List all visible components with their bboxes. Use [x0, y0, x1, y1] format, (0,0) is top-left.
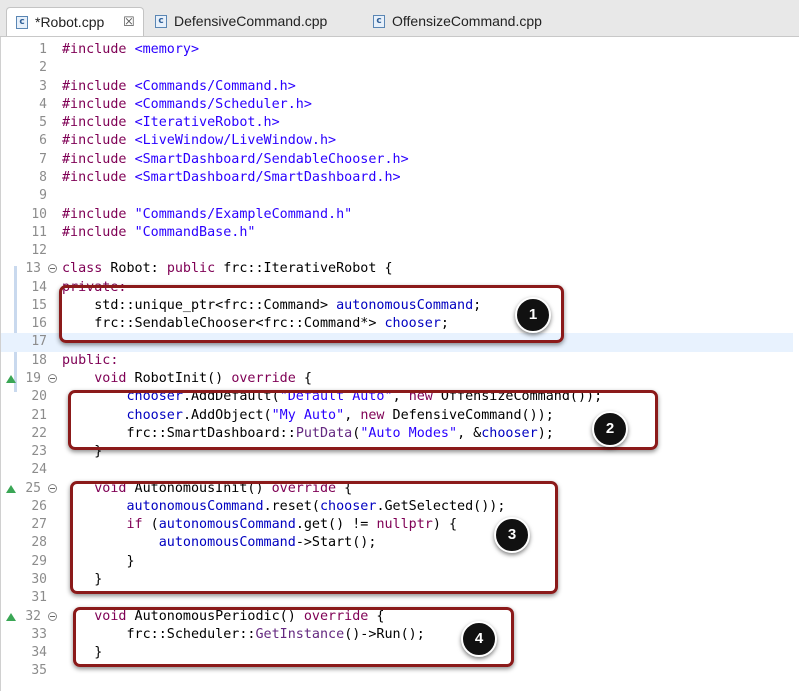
- code-line: 10 #include "Commands/ExampleCommand.h": [1, 206, 793, 224]
- line-number: 6: [39, 133, 47, 149]
- line-number: 10: [31, 206, 47, 222]
- code-line: 4 #include <Commands/Scheduler.h>: [1, 96, 793, 114]
- line-number: 11: [31, 224, 47, 240]
- line-number: 4: [39, 96, 47, 112]
- line-number: 7: [39, 151, 47, 167]
- tab-label: *Robot.cpp: [35, 14, 105, 30]
- editor-tab-bar: c *Robot.cpp ☒ c DefensiveCommand.cpp c …: [0, 0, 799, 37]
- line-number: 21: [31, 407, 47, 423]
- code-line: 9: [1, 187, 793, 205]
- line-number: 9: [39, 188, 47, 204]
- code-line: 1 #include <memory>: [1, 41, 793, 59]
- line-number: 2: [39, 60, 47, 76]
- line-number: 16: [31, 316, 47, 332]
- code-line: 24: [1, 461, 793, 479]
- tab-label: DefensiveCommand.cpp: [174, 13, 328, 29]
- line-number: 34: [31, 645, 47, 661]
- line-number: 13: [25, 261, 41, 277]
- tab-offensizecommand-cpp[interactable]: c OffensizeCommand.cpp: [372, 7, 572, 36]
- fold-toggle-icon[interactable]: [48, 611, 57, 621]
- line-number: 18: [31, 352, 47, 368]
- annotation-box-3: [70, 481, 558, 594]
- annotation-box-4: [73, 607, 514, 667]
- code-line: 7 #include <SmartDashboard/SendableChoos…: [1, 151, 793, 169]
- code-line: 5 #include <IterativeRobot.h>: [1, 114, 793, 132]
- tab-label: OffensizeCommand.cpp: [392, 13, 542, 29]
- fold-toggle-icon[interactable]: [48, 483, 57, 493]
- tab-robot-cpp[interactable]: c *Robot.cpp ☒: [6, 7, 144, 36]
- line-number: 31: [31, 590, 47, 606]
- line-number: 35: [31, 663, 47, 679]
- annotation-box-1: [59, 285, 564, 343]
- annotation-badge-3: 3: [494, 517, 530, 553]
- line-number: 12: [31, 243, 47, 258]
- code-line: 3 #include <Commands/Command.h>: [1, 78, 793, 96]
- line-number: 27: [31, 517, 47, 533]
- line-number: 32: [25, 608, 41, 624]
- line-number: 29: [31, 553, 47, 569]
- c-source-file-icon: c: [16, 16, 28, 29]
- line-number: 20: [31, 389, 47, 405]
- annotation-badge-1: 1: [515, 297, 551, 333]
- line-number: 22: [31, 425, 47, 441]
- line-number: 24: [31, 462, 47, 478]
- line-number: 28: [31, 535, 47, 551]
- fold-toggle-icon[interactable]: [48, 264, 57, 274]
- tab-defensivecommand-cpp[interactable]: c DefensiveCommand.cpp: [154, 7, 354, 36]
- code-line: 8 #include <SmartDashboard/SmartDashboar…: [1, 169, 793, 187]
- code-line: 18 public:: [1, 352, 793, 370]
- line-number: 3: [39, 78, 47, 94]
- fold-toggle-icon[interactable]: [48, 373, 57, 383]
- code-line: 6 #include <LiveWindow/LiveWindow.h>: [1, 132, 793, 150]
- c-source-file-icon: c: [155, 15, 167, 28]
- line-number: 23: [31, 444, 47, 459]
- line-number: 17: [31, 334, 47, 350]
- line-number: 19: [25, 370, 41, 386]
- line-number: 14: [31, 279, 47, 295]
- line-number: 1: [39, 42, 47, 57]
- line-number: 30: [31, 572, 47, 587]
- code-line: 13 class Robot: public frc::IterativeRob…: [1, 260, 793, 278]
- code-line: 11 #include "CommandBase.h": [1, 224, 793, 242]
- annotation-badge-4: 4: [461, 621, 497, 657]
- code-line: 12: [1, 242, 793, 260]
- line-number: 15: [31, 297, 47, 313]
- c-source-file-icon: c: [373, 15, 385, 28]
- code-line: 19 void RobotInit() override {: [1, 370, 793, 388]
- code-line: 2: [1, 59, 793, 77]
- line-number: 33: [31, 626, 47, 642]
- line-number: 26: [31, 498, 47, 514]
- line-number: 8: [39, 169, 47, 185]
- line-number: 5: [39, 115, 47, 131]
- line-number: 25: [25, 480, 41, 496]
- annotation-box-2: [68, 390, 658, 450]
- annotation-badge-2: 2: [592, 411, 628, 447]
- close-icon[interactable]: ☒: [123, 8, 135, 37]
